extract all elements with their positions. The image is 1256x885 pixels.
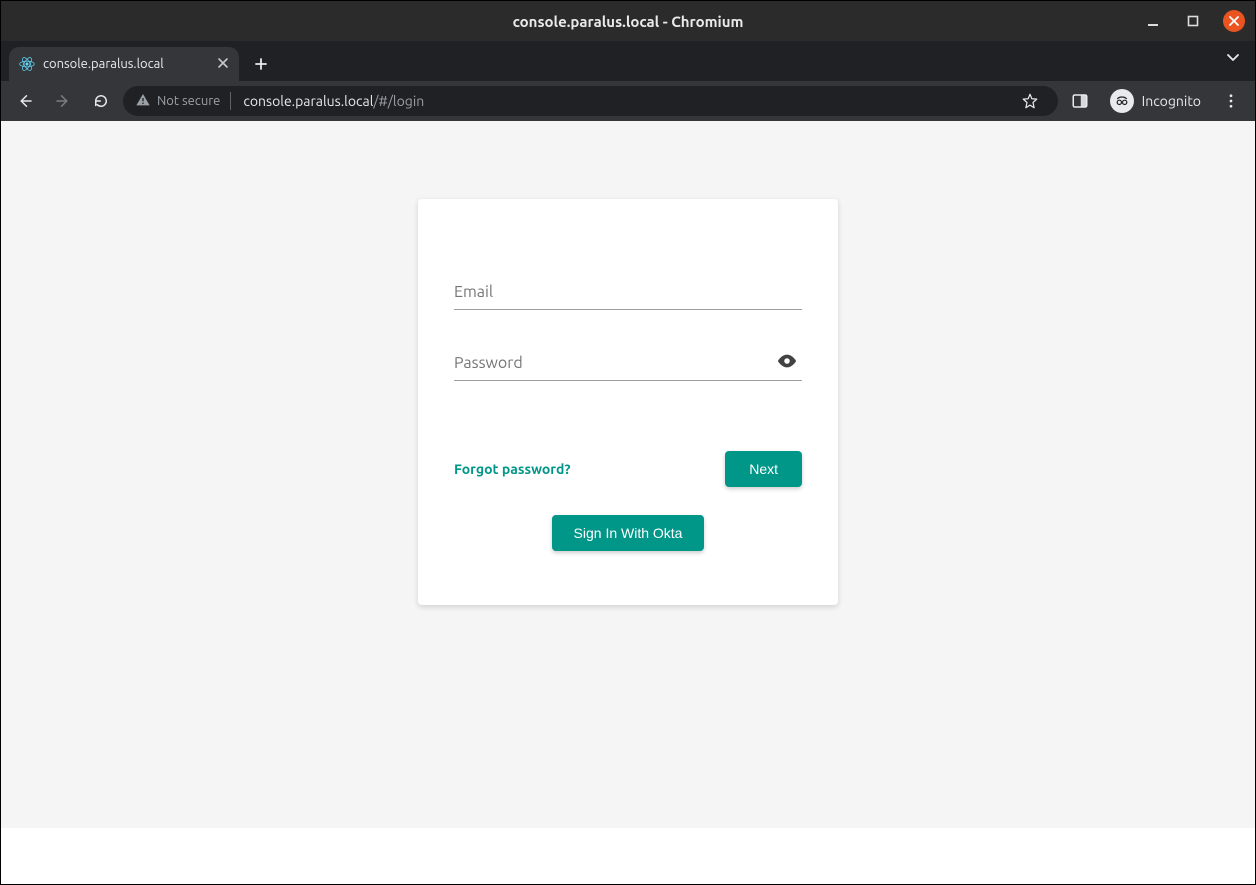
window-close-button[interactable] <box>1223 10 1245 32</box>
show-password-icon[interactable] <box>776 350 798 376</box>
sign-in-okta-button[interactable]: Sign In With Okta <box>552 515 705 551</box>
nav-reload-button[interactable] <box>85 85 117 117</box>
tab-close-icon[interactable] <box>217 57 229 72</box>
security-label: Not secure <box>157 94 220 108</box>
tab-strip: console.paralus.local <box>1 41 1255 81</box>
login-card: Email Password Forgot password? Next Sig… <box>418 199 838 605</box>
window-maximize-button[interactable] <box>1183 11 1203 31</box>
tab-overflow-icon[interactable] <box>1225 49 1241 69</box>
url-host: console.paralus.local <box>243 93 373 109</box>
react-favicon-icon <box>19 56 35 72</box>
nav-forward-button[interactable] <box>47 85 79 117</box>
bookmark-star-icon[interactable] <box>1014 85 1046 117</box>
warning-triangle-icon <box>135 92 151 111</box>
browser-menu-button[interactable] <box>1215 85 1247 117</box>
login-actions-row: Forgot password? Next <box>454 451 802 487</box>
address-divider <box>230 92 231 110</box>
os-window: console.paralus.local - Chromium <box>0 0 1256 885</box>
tab-title: console.paralus.local <box>43 57 209 71</box>
next-button[interactable]: Next <box>725 451 802 487</box>
new-tab-button[interactable] <box>247 50 275 78</box>
address-url: console.paralus.local /#/login <box>243 93 424 109</box>
url-path: /#/login <box>373 93 424 109</box>
side-panel-icon[interactable] <box>1064 85 1096 117</box>
browser-chrome: console.paralus.local <box>1 41 1255 884</box>
nav-back-button[interactable] <box>9 85 41 117</box>
email-input[interactable] <box>454 279 802 310</box>
password-input[interactable] <box>454 350 802 381</box>
security-indicator[interactable]: Not secure <box>135 92 235 111</box>
email-field-wrapper: Email <box>454 279 802 310</box>
incognito-label: Incognito <box>1142 93 1201 109</box>
incognito-indicator[interactable]: Incognito <box>1102 87 1209 115</box>
os-titlebar: console.paralus.local - Chromium <box>1 1 1255 41</box>
window-minimize-button[interactable] <box>1143 11 1163 31</box>
browser-tab-active[interactable]: console.paralus.local <box>9 47 239 81</box>
forgot-password-link[interactable]: Forgot password? <box>454 461 571 477</box>
browser-toolbar: Not secure console.paralus.local /#/logi… <box>1 81 1255 121</box>
incognito-icon <box>1110 89 1134 113</box>
address-bar[interactable]: Not secure console.paralus.local /#/logi… <box>123 86 1058 116</box>
page-viewport: Email Password Forgot password? Next Sig… <box>1 121 1255 884</box>
password-field-wrapper: Password <box>454 350 802 381</box>
window-title: console.paralus.local - Chromium <box>513 13 744 30</box>
window-controls <box>1143 1 1245 41</box>
